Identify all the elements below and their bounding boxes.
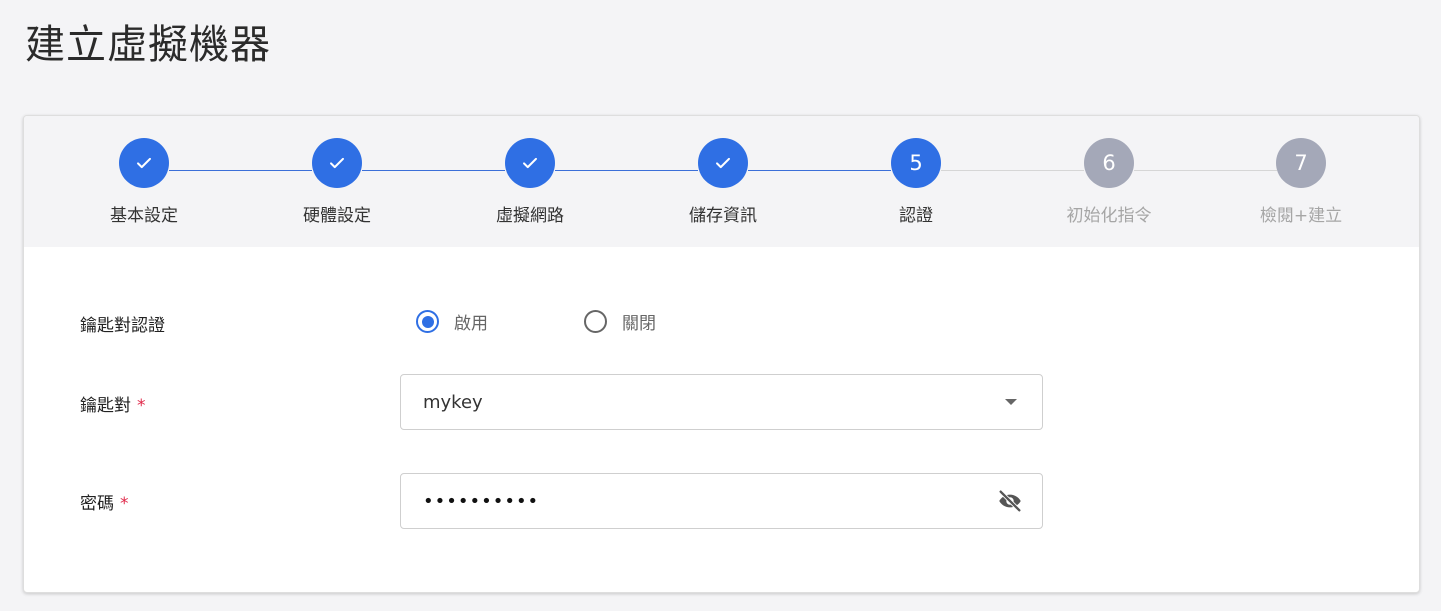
keypair-auth-label: 鑰匙對認證 [80, 316, 165, 336]
password-input[interactable]: •••••••••• [400, 473, 1043, 529]
check-icon [523, 157, 537, 169]
step-virtual-network[interactable]: 虛擬網路 [455, 138, 605, 226]
radio-label-disable: 關閉 [622, 314, 656, 334]
required-mark: * [120, 494, 129, 514]
step-storage-info[interactable]: 儲存資訊 [648, 138, 798, 226]
keypair-label: 鑰匙對 * [80, 391, 146, 416]
step-authentication[interactable]: 5 認證 [841, 138, 991, 226]
step-label: 虛擬網路 [496, 206, 564, 226]
step-label: 認證 [899, 206, 933, 226]
step-circle [312, 138, 362, 188]
password-masked-value: •••••••••• [423, 490, 540, 512]
keypair-select[interactable]: mykey [400, 374, 1043, 430]
step-label: 儲存資訊 [689, 206, 757, 226]
radio-label-enable: 啟用 [454, 314, 488, 334]
stepper: 基本設定 硬體設定 虛擬網路 儲存資訊 5 認證 6 初始化指令 7 檢閱+建立 [24, 116, 1419, 247]
create-vm-card: 基本設定 硬體設定 虛擬網路 儲存資訊 5 認證 6 初始化指令 7 檢閱+建立… [23, 115, 1420, 593]
step-circle [698, 138, 748, 188]
step-review-create[interactable]: 7 檢閱+建立 [1226, 138, 1376, 226]
keypair-auth-radio-group: 啟用 關閉 [416, 309, 656, 334]
keypair-auth-enable-option[interactable]: 啟用 [416, 309, 488, 334]
check-icon [330, 157, 344, 169]
step-label: 檢閱+建立 [1259, 206, 1343, 226]
password-label: 密碼 * [80, 489, 129, 514]
eye-off-icon[interactable] [995, 486, 1025, 516]
keypair-auth-disable-option[interactable]: 關閉 [584, 309, 656, 334]
keypair-selected-value: mykey [423, 391, 483, 413]
step-circle [505, 138, 555, 188]
radio-checked-icon[interactable] [416, 310, 439, 333]
keypair-label-text: 鑰匙對 [80, 396, 131, 416]
step-label: 基本設定 [110, 206, 178, 226]
step-number: 7 [1276, 138, 1326, 188]
step-hardware-settings[interactable]: 硬體設定 [262, 138, 412, 226]
step-circle [119, 138, 169, 188]
chevron-down-icon[interactable] [1005, 399, 1017, 405]
step-label: 硬體設定 [303, 206, 371, 226]
password-label-text: 密碼 [80, 494, 114, 514]
required-mark: * [137, 396, 146, 416]
page-title: 建立虛擬機器 [25, 22, 271, 68]
check-icon [716, 157, 730, 169]
step-label: 初始化指令 [1066, 206, 1152, 226]
check-icon [137, 157, 151, 169]
step-init-commands[interactable]: 6 初始化指令 [1034, 138, 1184, 226]
step-number: 6 [1084, 138, 1134, 188]
radio-unchecked-icon[interactable] [584, 310, 607, 333]
step-number: 5 [891, 138, 941, 188]
step-basic-settings[interactable]: 基本設定 [69, 138, 219, 226]
